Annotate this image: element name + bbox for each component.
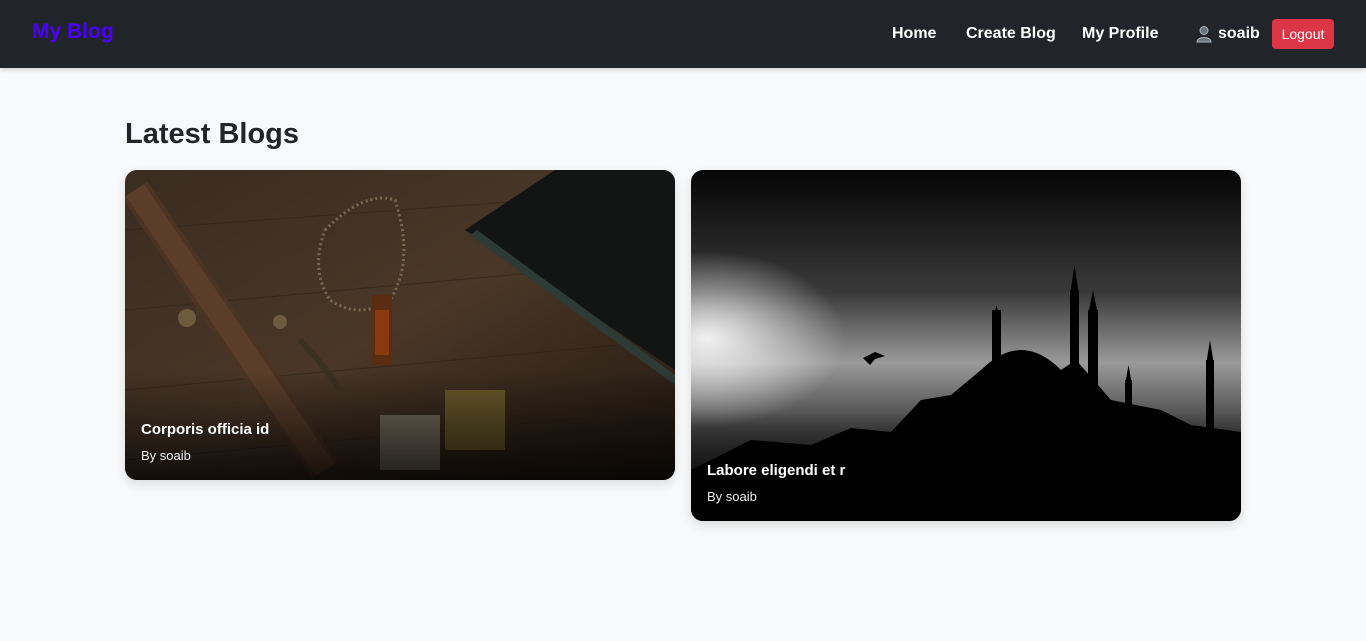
blog-card[interactable]: Corporis officia id By soaib — [125, 170, 675, 480]
blog-title[interactable]: Corporis officia id — [141, 421, 269, 438]
blog-card[interactable]: Labore eligendi et r By soaib — [691, 170, 1241, 521]
blog-title[interactable]: Labore eligendi et r — [707, 462, 845, 479]
nav-link-my-profile[interactable]: My Profile — [1082, 25, 1158, 43]
page-title: Latest Blogs — [125, 118, 300, 150]
brand-logo[interactable]: My Blog — [32, 20, 114, 44]
blog-author: By soaib — [141, 448, 191, 463]
logout-button[interactable]: Logout — [1272, 19, 1334, 49]
blog-author: By soaib — [707, 489, 757, 504]
navbar: My Blog Home Create Blog My Profile soai… — [0, 0, 1366, 68]
user-info: soaib — [1196, 25, 1260, 43]
username: soaib — [1218, 25, 1260, 42]
user-icon — [1196, 26, 1212, 43]
nav-link-home[interactable]: Home — [892, 25, 936, 43]
nav-link-create-blog[interactable]: Create Blog — [966, 25, 1056, 43]
